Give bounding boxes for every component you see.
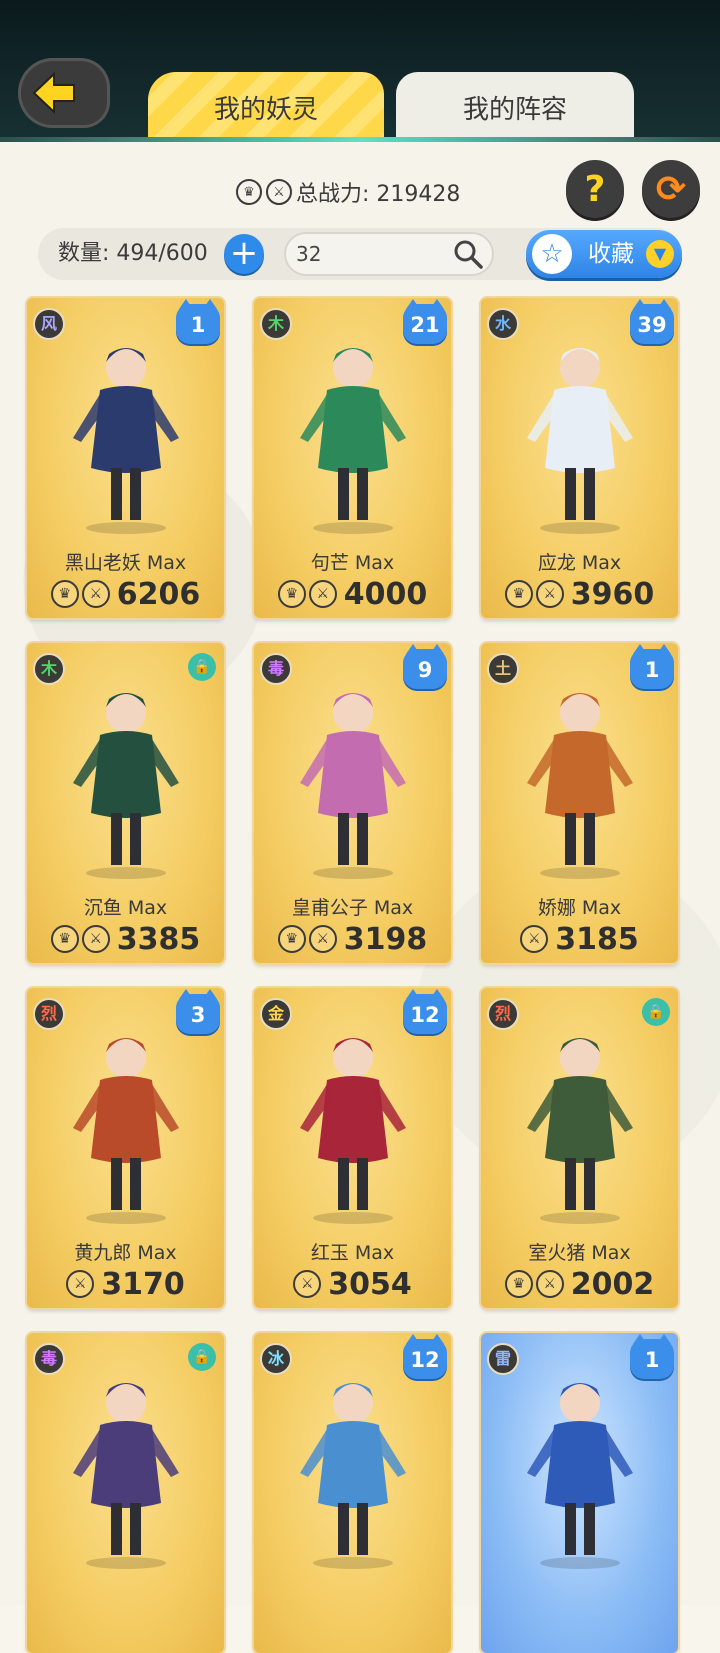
spirit-name: 娇娜 Max [537, 897, 622, 919]
spirit-card[interactable]: 毒 9 皇甫公子 Max ♛ ⚔ 3198 [254, 643, 451, 963]
spirit-card[interactable]: 冰 12 [254, 1333, 451, 1653]
search-icon[interactable] [452, 238, 484, 270]
favorite-label: 收藏 [588, 241, 634, 267]
top-bar: 我的妖灵 我的阵容 [0, 0, 720, 142]
character-portrait [300, 348, 406, 534]
spirit-grid: 风 1 黑山老妖 Max ♛ ⚔ 6206 木 21 句芒 Max ♛ ⚔ 4000 水 39 应龙 Max… [27, 298, 693, 1653]
character-portrait [300, 1038, 406, 1224]
spirit-stats: ♛ ⚔ 3960 [481, 576, 678, 612]
spirit-power: 3385 [116, 921, 201, 957]
search-value: 32 [296, 242, 322, 266]
character-portrait [73, 1383, 179, 1569]
main-content: ♛ ⚔ 总战力: 219428 ? ⟳ 数量: 494/600 + 32 ☆ 收… [0, 142, 720, 1653]
spirit-name: 室火猪 Max [528, 1242, 631, 1264]
tab-my-lineup[interactable]: 我的阵容 [396, 72, 634, 142]
sword-icon: ⚔ [81, 925, 110, 953]
back-arrow-icon [32, 71, 75, 115]
crown-icon: ♛ [504, 1270, 533, 1298]
spirit-stats: ♛ ⚔ 3198 [254, 921, 451, 957]
character-portrait [527, 348, 633, 534]
spirit-stats: ♛ ⚔ 3385 [27, 921, 224, 957]
sword-icon: ⚔ [308, 580, 337, 608]
character-portrait [73, 348, 179, 534]
spirit-power: 6206 [116, 576, 201, 612]
tab-label: 我的阵容 [462, 94, 567, 125]
spirit-name: 黑山老妖 Max [64, 552, 187, 574]
spirit-card[interactable]: 毒 🔒 [27, 1333, 224, 1653]
spirit-name: 沉鱼 Max [83, 897, 168, 919]
character-portrait [300, 693, 406, 879]
favorite-filter-button[interactable]: ☆ 收藏 ▼ [526, 230, 682, 278]
sword-icon: ⚔ [266, 179, 292, 205]
star-icon: ☆ [532, 234, 572, 274]
spirit-name: 黄九郎 Max [74, 1242, 177, 1264]
spirit-stats: ♛ ⚔ 4000 [254, 576, 451, 612]
sword-icon: ⚔ [66, 1270, 95, 1298]
capacity-count: 数量: 494/600 [58, 241, 208, 266]
spirit-stats: ⚔ 3054 [254, 1266, 451, 1302]
spirit-stats: ♛ ⚔ 2002 [481, 1266, 678, 1302]
spirit-power: 3960 [570, 576, 655, 612]
add-capacity-button[interactable]: + [224, 234, 264, 274]
tab-label: 我的妖灵 [213, 94, 318, 125]
spirit-card[interactable]: 木 21 句芒 Max ♛ ⚔ 4000 [254, 298, 451, 618]
sword-icon: ⚔ [81, 580, 110, 608]
sword-icon: ⚔ [535, 580, 564, 608]
refresh-button[interactable]: ⟳ [642, 160, 700, 218]
spirit-stats: ♛ ⚔ 6206 [27, 576, 224, 612]
spirit-name: 应龙 Max [537, 552, 622, 574]
tab-my-spirits[interactable]: 我的妖灵 [148, 72, 384, 142]
plus-icon: + [229, 233, 259, 273]
spirit-card[interactable]: 风 1 黑山老妖 Max ♛ ⚔ 6206 [27, 298, 224, 618]
search-input[interactable]: 32 [284, 232, 494, 276]
spirit-power: 4000 [343, 576, 428, 612]
crown-icon: ♛ [50, 925, 79, 953]
character-portrait [527, 1383, 633, 1569]
crown-icon: ♛ [236, 179, 262, 205]
spirit-card[interactable]: 土 1 娇娜 Max ⚔ 3185 [481, 643, 678, 963]
spirit-name: 句芒 Max [310, 552, 395, 574]
total-power-label: 总战力: 219428 [296, 182, 461, 207]
sword-icon: ⚔ [293, 1270, 322, 1298]
spirit-card[interactable]: 水 39 应龙 Max ♛ ⚔ 3960 [481, 298, 678, 618]
spirit-power: 3185 [555, 921, 639, 957]
spirit-power: 2002 [570, 1266, 655, 1302]
spirit-power: 3198 [343, 921, 428, 957]
refresh-icon: ⟳ [655, 168, 687, 210]
crown-icon: ♛ [277, 580, 306, 608]
spirit-card[interactable]: 金 12 红玉 Max ⚔ 3054 [254, 988, 451, 1308]
character-portrait [73, 1038, 179, 1224]
sword-icon: ⚔ [535, 1270, 564, 1298]
spirit-stats: ⚔ 3185 [481, 921, 678, 957]
character-portrait [527, 1038, 633, 1224]
back-button[interactable] [18, 58, 110, 128]
crown-icon: ♛ [504, 580, 533, 608]
character-portrait [527, 693, 633, 879]
crown-icon: ♛ [50, 580, 79, 608]
chevron-down-icon: ▼ [646, 240, 674, 268]
help-button[interactable]: ? [566, 160, 624, 218]
question-icon: ? [584, 168, 606, 210]
total-power: ♛ ⚔ 总战力: 219428 [236, 174, 460, 210]
sword-icon: ⚔ [308, 925, 337, 953]
spirit-card[interactable]: 木 🔒 沉鱼 Max ♛ ⚔ 3385 [27, 643, 224, 963]
spirit-card[interactable]: 雷1 [481, 1333, 678, 1653]
spirit-stats: ⚔ 3170 [27, 1266, 224, 1302]
spirit-name: 红玉 Max [310, 1242, 395, 1264]
spirit-power: 3170 [101, 1266, 185, 1302]
spirit-card[interactable]: 烈 🔒 室火猪 Max ♛ ⚔ 2002 [481, 988, 678, 1308]
spirit-name: 皇甫公子 Max [291, 897, 414, 919]
character-portrait [300, 1383, 406, 1569]
sword-icon: ⚔ [520, 925, 549, 953]
spirit-power: 3054 [328, 1266, 412, 1302]
crown-icon: ♛ [277, 925, 306, 953]
filter-bar: 数量: 494/600 + 32 ☆ 收藏 ▼ [38, 228, 682, 280]
character-portrait [73, 693, 179, 879]
spirit-card[interactable]: 烈 3 黄九郎 Max ⚔ 3170 [27, 988, 224, 1308]
